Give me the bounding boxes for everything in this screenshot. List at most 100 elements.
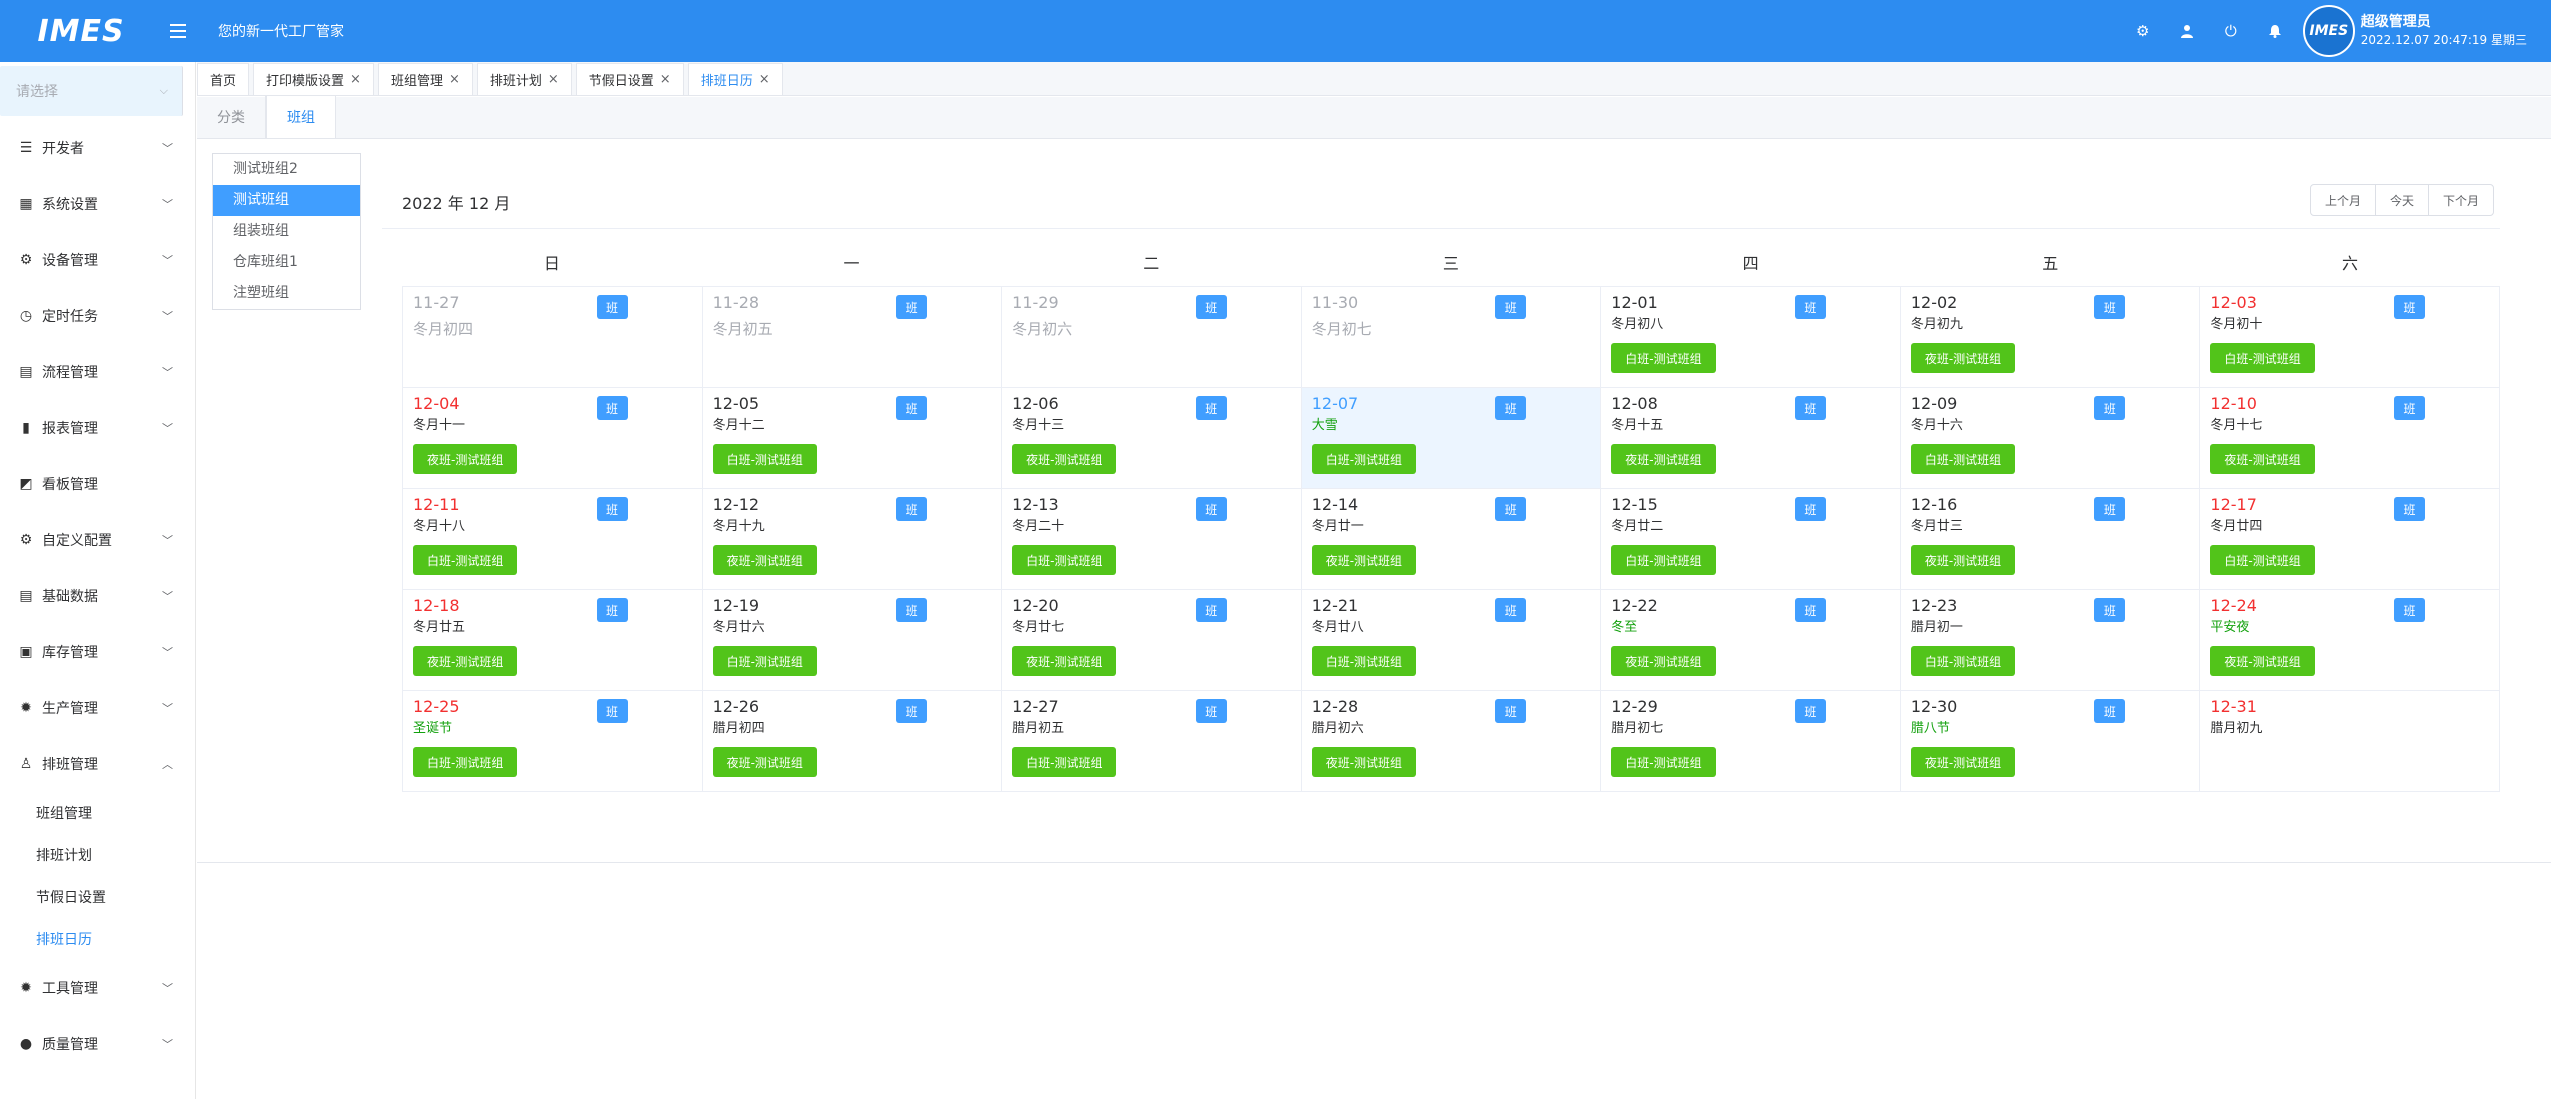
page-tab[interactable]: 首页 — [197, 63, 250, 95]
sidebar-item[interactable]: ✹ 生产管理 ﹀ — [0, 680, 195, 736]
app-logo[interactable]: IMES — [0, 0, 162, 62]
sidebar-item[interactable]: ⚙ 自定义配置 ﹀ — [0, 512, 195, 568]
calendar-day[interactable]: 11-27 冬月初四 班 — [403, 287, 703, 388]
calendar-day[interactable]: 11-30 冬月初七 班 — [1301, 287, 1602, 388]
page-tab[interactable]: 排班计划 × — [476, 63, 572, 95]
calendar-day[interactable]: 11-29 冬月初六 班 — [1002, 287, 1302, 388]
shift-tag[interactable]: 夜班-测试班组 — [1311, 747, 1417, 777]
schedule-button[interactable]: 班 — [2394, 396, 2425, 420]
prev-month-button[interactable]: 上个月 — [2310, 184, 2377, 216]
calendar-day[interactable]: 12-25 圣诞节 班白班-测试班组 — [403, 691, 703, 792]
schedule-button[interactable]: 班 — [596, 396, 628, 420]
sidebar-item[interactable]: ✹ 工具管理 ﹀ — [0, 960, 195, 1016]
schedule-button[interactable]: 班 — [1195, 497, 1227, 521]
calendar-day[interactable]: 12-27 腊月初五 班白班-测试班组 — [1002, 691, 1302, 792]
shift-tag[interactable]: 夜班-测试班组 — [1311, 545, 1417, 575]
schedule-button[interactable]: 班 — [2394, 497, 2425, 521]
calendar-day[interactable]: 12-31 腊月初九 — [2200, 691, 2500, 792]
today-button[interactable]: 今天 — [2375, 184, 2430, 216]
calendar-day[interactable]: 12-22 冬至 班夜班-测试班组 — [1601, 590, 1901, 691]
calendar-day[interactable]: 11-28 冬月初五 班 — [702, 287, 1003, 388]
shift-tag[interactable]: 白班-测试班组 — [2210, 545, 2315, 575]
schedule-button[interactable]: 班 — [596, 699, 628, 723]
sidebar-item[interactable]: ◩ 看板管理 — [0, 456, 195, 512]
shift-tag[interactable]: 夜班-测试班组 — [1611, 646, 1716, 676]
schedule-button[interactable]: 班 — [2094, 295, 2126, 319]
calendar-day[interactable]: 12-30 腊八节 班夜班-测试班组 — [1900, 691, 2201, 792]
calendar-day[interactable]: 12-18 冬月廿五 班夜班-测试班组 — [403, 590, 703, 691]
schedule-button[interactable]: 班 — [1195, 396, 1227, 420]
sidebar-item[interactable]: ▤ 基础数据 ﹀ — [0, 568, 195, 624]
shift-tag[interactable]: 白班-测试班组 — [1012, 545, 1117, 575]
schedule-button[interactable]: 班 — [596, 497, 628, 521]
calendar-day[interactable]: 12-12 冬月十九 班夜班-测试班组 — [702, 489, 1003, 590]
group-item[interactable]: 测试班组 — [213, 185, 360, 216]
avatar[interactable]: IMES — [2302, 5, 2355, 57]
calendar-day[interactable]: 12-11 冬月十八 班白班-测试班组 — [403, 489, 703, 590]
group-item[interactable]: 仓库班组1 — [213, 247, 360, 278]
calendar-day[interactable]: 12-03 冬月初十 班白班-测试班组 — [2200, 287, 2500, 388]
sidebar-item[interactable]: ▤ 流程管理 ﹀ — [0, 344, 195, 400]
calendar-day[interactable]: 12-28 腊月初六 班夜班-测试班组 — [1301, 691, 1602, 792]
close-icon[interactable]: × — [759, 72, 770, 87]
sidebar-item[interactable]: ♙ 排班管理 ︿ — [0, 736, 195, 792]
schedule-button[interactable]: 班 — [1495, 497, 1527, 521]
subtab[interactable]: 分类 — [197, 96, 266, 138]
calendar-day[interactable]: 12-23 腊月初一 班白班-测试班组 — [1900, 590, 2201, 691]
shift-tag[interactable]: 白班-测试班组 — [1611, 747, 1716, 777]
schedule-button[interactable]: 班 — [1495, 295, 1527, 319]
group-item[interactable]: 注塑班组 — [213, 278, 360, 309]
sidebar-item[interactable]: ▮ 报表管理 ﹀ — [0, 400, 195, 456]
shift-tag[interactable]: 白班-测试班组 — [1910, 444, 2016, 474]
sidebar-subitem[interactable]: 班组管理 — [0, 792, 195, 834]
calendar-day[interactable]: 12-16 冬月廿三 班夜班-测试班组 — [1900, 489, 2201, 590]
shift-tag[interactable]: 白班-测试班组 — [413, 747, 518, 777]
shift-tag[interactable]: 白班-测试班组 — [1311, 646, 1417, 676]
shift-tag[interactable]: 夜班-测试班组 — [1910, 343, 2016, 373]
schedule-button[interactable]: 班 — [1495, 396, 1527, 420]
shift-tag[interactable]: 夜班-测试班组 — [1910, 747, 2016, 777]
next-month-button[interactable]: 下个月 — [2428, 184, 2495, 216]
subtab[interactable]: 班组 — [266, 96, 336, 138]
calendar-day[interactable]: 12-01 冬月初八 班白班-测试班组 — [1601, 287, 1901, 388]
calendar-day[interactable]: 12-09 冬月十六 班白班-测试班组 — [1900, 388, 2201, 489]
gear-icon[interactable]: ⚙ — [2121, 0, 2165, 62]
schedule-button[interactable]: 班 — [896, 699, 928, 723]
calendar-day[interactable]: 12-06 冬月十三 班夜班-测试班组 — [1002, 388, 1302, 489]
schedule-button[interactable]: 班 — [1195, 295, 1227, 319]
close-icon[interactable]: × — [660, 72, 671, 87]
schedule-button[interactable]: 班 — [1195, 699, 1227, 723]
calendar-day[interactable]: 12-02 冬月初九 班夜班-测试班组 — [1900, 287, 2201, 388]
sidebar-item[interactable]: ☰ 开发者 ﹀ — [0, 120, 195, 176]
page-tab[interactable]: 班组管理 × — [377, 63, 473, 95]
schedule-button[interactable]: 班 — [1794, 295, 1826, 319]
group-item[interactable]: 测试班组2 — [213, 154, 360, 185]
shift-tag[interactable]: 白班-测试班组 — [1910, 646, 2016, 676]
schedule-button[interactable]: 班 — [1495, 699, 1527, 723]
schedule-button[interactable]: 班 — [896, 295, 928, 319]
shift-tag[interactable]: 夜班-测试班组 — [2210, 444, 2315, 474]
shift-tag[interactable]: 白班-测试班组 — [1611, 343, 1716, 373]
calendar-day[interactable]: 12-07 大雪 班白班-测试班组 — [1301, 388, 1602, 489]
sidebar-item[interactable]: ● 质量管理 ﹀ — [0, 1016, 195, 1072]
bell-icon[interactable] — [2253, 0, 2297, 62]
schedule-button[interactable]: 班 — [2094, 497, 2126, 521]
close-icon[interactable]: × — [350, 72, 361, 87]
calendar-day[interactable]: 12-24 平安夜 班夜班-测试班组 — [2200, 590, 2500, 691]
calendar-day[interactable]: 12-26 腊月初四 班夜班-测试班组 — [702, 691, 1003, 792]
calendar-day[interactable]: 12-13 冬月二十 班白班-测试班组 — [1002, 489, 1302, 590]
shift-tag[interactable]: 夜班-测试班组 — [413, 444, 518, 474]
shift-tag[interactable]: 白班-测试班组 — [1311, 444, 1417, 474]
user-icon[interactable] — [2165, 0, 2209, 62]
shift-tag[interactable]: 白班-测试班组 — [1012, 747, 1117, 777]
schedule-button[interactable]: 班 — [2094, 396, 2126, 420]
shift-tag[interactable]: 夜班-测试班组 — [2210, 646, 2315, 676]
calendar-day[interactable]: 12-10 冬月十七 班夜班-测试班组 — [2200, 388, 2500, 489]
sidebar-subitem[interactable]: 节假日设置 — [0, 876, 195, 918]
shift-tag[interactable]: 夜班-测试班组 — [712, 545, 817, 575]
calendar-day[interactable]: 12-05 冬月十二 班白班-测试班组 — [702, 388, 1003, 489]
calendar-day[interactable]: 12-19 冬月廿六 班白班-测试班组 — [702, 590, 1003, 691]
calendar-day[interactable]: 12-21 冬月廿八 班白班-测试班组 — [1301, 590, 1602, 691]
calendar-day[interactable]: 12-08 冬月十五 班夜班-测试班组 — [1601, 388, 1901, 489]
shift-tag[interactable]: 夜班-测试班组 — [1012, 444, 1117, 474]
